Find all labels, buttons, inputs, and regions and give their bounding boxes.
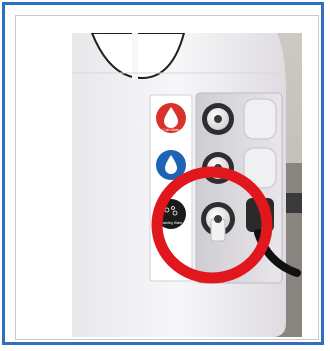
fitting-top <box>202 103 234 135</box>
product-photo: Cold Water Sparkling Water <box>72 33 302 337</box>
appliance-top-gap <box>132 33 138 79</box>
blank-cap-top <box>243 98 277 140</box>
badge-cold-water: Cold Water <box>156 103 186 133</box>
photo-scene: Cold Water Sparkling Water <box>72 33 302 337</box>
badge-sparkling-water-text: Sparkling Water <box>160 221 183 225</box>
badge-cold-water-text: Cold Water <box>162 128 180 132</box>
